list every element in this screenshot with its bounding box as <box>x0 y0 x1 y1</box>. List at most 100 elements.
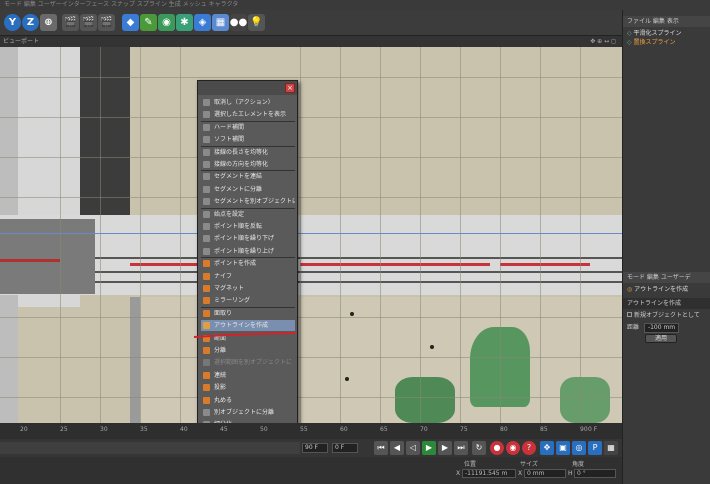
light-icon[interactable]: 💡 <box>248 14 265 31</box>
cube-icon[interactable]: ◆ <box>122 14 139 31</box>
y-axis-label: Y <box>8 17 17 28</box>
menu-item-label: 丸める <box>214 396 233 404</box>
section-header: アウトラインを作成 <box>623 298 710 309</box>
menu-item-label: 接線の方向を均等化 <box>214 161 269 168</box>
array-icon[interactable]: ✱ <box>176 14 193 31</box>
timeline-tick-label: 30 <box>100 426 108 433</box>
end-frame-field[interactable]: 0 F <box>332 443 358 453</box>
menu-item-label: ポイントを作成 <box>214 260 257 268</box>
rotation-key-icon[interactable]: ◎ <box>572 441 586 455</box>
menu-item-set-first-point[interactable]: 始点を設定 <box>201 209 295 220</box>
step-forward-icon[interactable]: ▶ <box>438 441 452 455</box>
attribute-tabs[interactable]: モード 編集 ユーザーデ <box>623 272 710 283</box>
menu-item-split-object[interactable]: 別オブジェクトに分離 <box>201 407 295 418</box>
render-settings-icon[interactable]: 🎬 <box>98 14 115 31</box>
size-x-field[interactable]: 0 mm <box>524 469 566 478</box>
keyframe-selection-icon[interactable]: ? <box>522 441 536 455</box>
right-panel: ファイル 編集 表示 ◇ 平滑化スプライン ◇ 置換スプライン モード 編集 ユ… <box>622 10 710 484</box>
menu-item-label: セグメントを別オブジェクトに <box>214 198 295 206</box>
annotation-underline <box>193 332 297 338</box>
menu-item-chamfer[interactable]: 面取り <box>201 308 295 319</box>
menu-item-label: マグネット <box>214 285 245 292</box>
menu-item-label: ソフト補間 <box>214 136 245 144</box>
step-back-icon[interactable]: ◀ <box>390 441 404 455</box>
coordinate-system-icon[interactable]: ⊕ <box>40 14 57 31</box>
subdivision-icon[interactable]: ◉ <box>158 14 175 31</box>
menu-item-split[interactable]: 分離 <box>201 345 295 356</box>
spline-pen-icon[interactable]: ✎ <box>140 14 157 31</box>
deformer-icon[interactable]: ◈ <box>194 14 211 31</box>
menu-item-label: 選択範囲を別オブジェクトに <box>214 359 293 367</box>
floor-icon[interactable]: ▦ <box>212 14 229 31</box>
menu-item-move-up[interactable]: ポイント順を繰り上げ <box>201 246 295 257</box>
loop-icon[interactable]: ↻ <box>472 441 486 455</box>
menu-item-mirror[interactable]: ミラーリング <box>201 295 295 306</box>
z-axis-toggle[interactable]: Z <box>22 14 39 31</box>
menu-item-hard-interp[interactable]: ハード補間 <box>201 122 295 133</box>
rewind-icon[interactable]: ◁ <box>406 441 420 455</box>
scale-key-icon[interactable]: ▣ <box>556 441 570 455</box>
viewport-nav-icons[interactable]: ✥ ⊕ ↔ ◻ <box>590 36 616 47</box>
menu-item-move-down[interactable]: ポイント順を繰り下げ <box>201 233 295 244</box>
menu-item-tangent-direction[interactable]: 接線の方向を均等化 <box>201 159 295 170</box>
menu-item-project[interactable]: 投影 <box>201 382 295 393</box>
menu-item-line-up[interactable]: 連続 <box>201 370 295 381</box>
menu-item-tangent-length[interactable]: 接線の長さを均等化 <box>201 147 295 158</box>
new-object-option[interactable]: 新規オブジェクトとして <box>627 312 700 320</box>
timeline-tick-label: 50 <box>260 426 268 433</box>
menu-item-magnet[interactable]: マグネット <box>201 283 295 294</box>
position-x-field[interactable]: -11191.545 m <box>462 469 516 478</box>
param-key-icon[interactable]: P <box>588 441 602 455</box>
viewport[interactable] <box>0 47 622 423</box>
menu-item-undo[interactable]: 取消し（アクション） <box>201 97 295 108</box>
menu-title-bar: × <box>198 81 297 95</box>
line-up-icon <box>203 371 210 379</box>
y-axis-toggle[interactable]: Y <box>4 14 21 31</box>
menu-item-round[interactable]: 丸める <box>201 395 295 406</box>
timeline-tick-label: 70 <box>420 426 428 433</box>
close-icon[interactable]: × <box>285 83 295 93</box>
record-icon[interactable]: ● <box>490 441 504 455</box>
camera-icon[interactable]: ●● <box>230 14 247 31</box>
menu-item-frame[interactable]: 選択したエレメントを表示 <box>201 109 295 120</box>
viewport-title: ビューポート <box>3 38 40 45</box>
go-to-start-icon[interactable]: ⏮ <box>374 441 388 455</box>
menu-item-label: ポイント順を繰り上げ <box>214 247 275 255</box>
object-row[interactable]: ◇ 平滑化スプライン <box>627 30 682 38</box>
timeline-tick-label: 65 <box>380 426 388 433</box>
position-key-icon[interactable]: ✥ <box>540 441 554 455</box>
menu-item-reverse-sequence[interactable]: ポイント順を反転 <box>201 221 295 232</box>
toolbar: Y Z ⊕ 🎬 🎬 🎬 ◆ ✎ ◉ ✱ ◈ ▦ ●● 💡 <box>0 10 622 36</box>
menu-item-break-segment[interactable]: セグメントに分離 <box>201 184 295 195</box>
object-row[interactable]: ◇ 置換スプライン <box>627 39 676 47</box>
timeline-tick-label: 20 <box>20 426 28 433</box>
reverse-sequence-icon <box>203 223 210 230</box>
menu-item-label: ポイント順を反転 <box>214 223 263 230</box>
menu-item-disconnect: 選択範囲を別オブジェクトに <box>201 357 295 368</box>
pla-key-icon[interactable]: ▦ <box>604 441 618 455</box>
play-icon[interactable]: ▶ <box>422 441 436 455</box>
render-picture-icon[interactable]: 🎬 <box>80 14 97 31</box>
distance-input[interactable]: -100 mm <box>643 323 680 333</box>
menu-item-knife[interactable]: ナイフ <box>201 271 295 282</box>
angle-h-field[interactable]: 0 ° <box>574 469 616 478</box>
knife-icon <box>203 272 210 280</box>
menu-item-label: セグメントに分離 <box>214 185 263 193</box>
timeline-ruler[interactable]: 20 25 30 35 40 45 50 55 60 65 70 75 80 85 90 0 F <box>0 423 622 439</box>
timeline-track[interactable] <box>0 442 300 454</box>
render-view-icon[interactable]: 🎬 <box>62 14 79 31</box>
break-segment-icon <box>203 185 210 193</box>
menu-item-create-point[interactable]: ポイントを作成 <box>201 258 295 269</box>
menu-item-label: ハード補間 <box>214 123 245 131</box>
apply-button[interactable]: 適用 <box>645 334 677 343</box>
start-frame-field[interactable]: 90 F <box>302 443 328 453</box>
menu-item-explode-segments[interactable]: セグメントを別オブジェクトに <box>201 196 295 207</box>
menu-bar[interactable]: モード 編集 ユーザーインターフェース スナップ スプライン 生成 メッシュ キ… <box>0 0 710 10</box>
menu-item-soft-interp[interactable]: ソフト補間 <box>201 134 295 145</box>
menu-item-join-segment[interactable]: セグメントを連結 <box>201 171 295 182</box>
object-manager-tabs[interactable]: ファイル 編集 表示 <box>623 16 710 27</box>
menu-item-label: ポイント順を繰り下げ <box>214 235 275 243</box>
menu-item-label: ナイフ <box>214 272 233 280</box>
go-to-end-icon[interactable]: ⏭ <box>454 441 468 455</box>
autokey-icon[interactable]: ◉ <box>506 441 520 455</box>
